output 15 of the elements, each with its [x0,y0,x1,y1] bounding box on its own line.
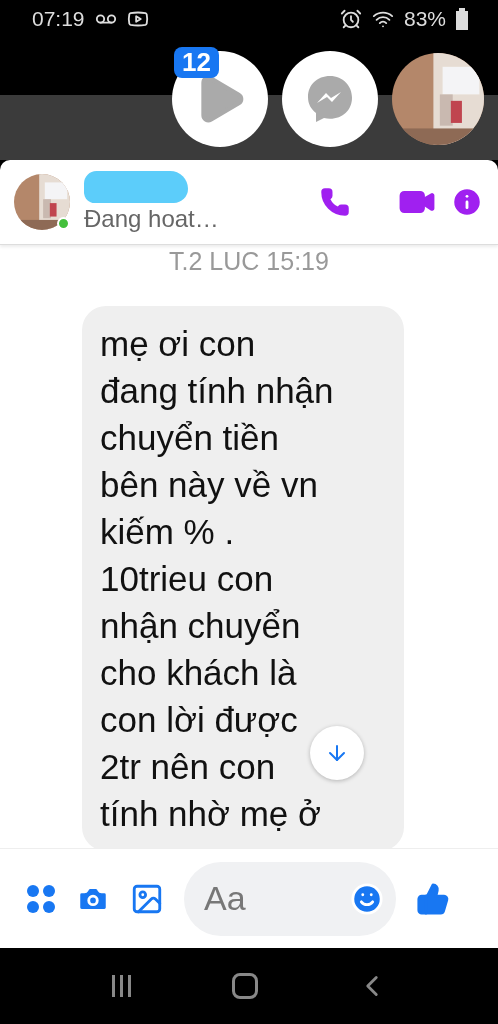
message-timestamp: T.2 LUC 15:19 [169,247,329,276]
phone-icon[interactable] [320,187,350,217]
apps-icon[interactable] [26,883,56,914]
battery-icon [456,8,468,30]
battery-percent: 83% [403,7,446,31]
unread-badge: 12 [174,47,219,78]
emoji-icon[interactable] [350,881,384,916]
active-status: Đang hoat… [84,205,220,233]
message-field[interactable]: Aa [184,861,396,936]
clock: 07:19 [32,7,85,31]
message-bubble: mẹ ơi con đang tính nhận chuyển tiền bên này về vn kiếm % . 10trieu con nhận chuyển cho khách là con lời được 2tr nên con tính nhờ mẹ ở [82,306,404,848]
home-button[interactable] [232,973,258,999]
messenger-icon [305,74,355,124]
alarm-icon [339,8,362,30]
like-icon[interactable] [416,881,450,916]
